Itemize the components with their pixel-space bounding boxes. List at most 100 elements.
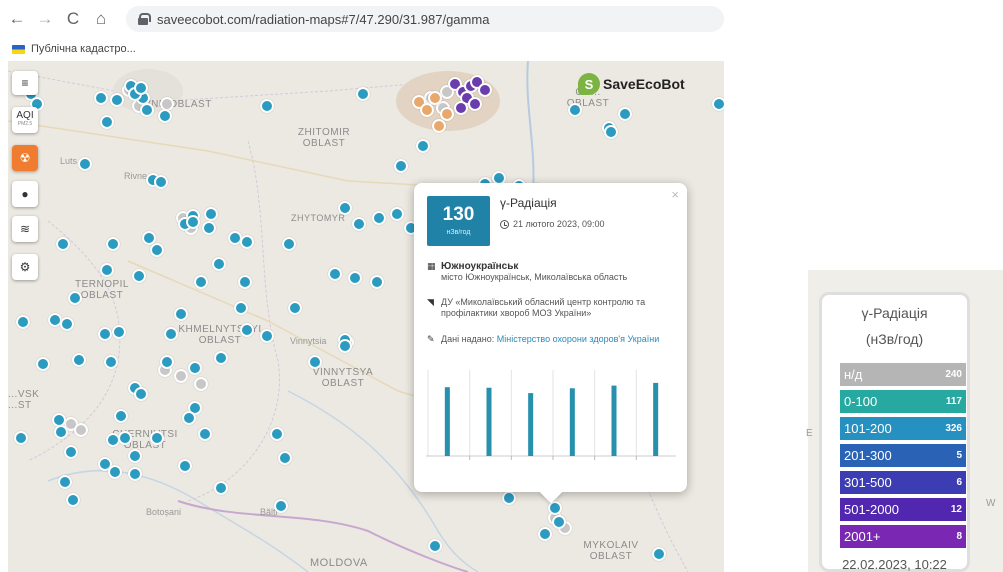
station-marker[interactable] (204, 207, 218, 221)
station-marker[interactable] (178, 459, 192, 473)
saveecobot-logo[interactable]: S SaveEcoBot (578, 73, 685, 95)
station-marker[interactable] (568, 103, 582, 117)
forward-icon[interactable]: → (34, 8, 56, 30)
station-marker[interactable] (274, 499, 288, 513)
settings-button[interactable]: ⚙ (12, 254, 38, 280)
legend-row[interactable]: 0-100 117 (840, 390, 966, 413)
station-marker[interactable] (390, 207, 404, 221)
station-marker[interactable] (158, 109, 172, 123)
station-marker[interactable] (132, 269, 146, 283)
aqi-layer-button[interactable]: AQI PM2.5 (12, 107, 38, 133)
station-marker[interactable] (356, 87, 370, 101)
station-marker[interactable] (118, 431, 132, 445)
back-icon[interactable]: ← (6, 8, 28, 30)
station-marker[interactable] (104, 355, 118, 369)
station-marker[interactable] (100, 115, 114, 129)
station-marker[interactable] (56, 237, 70, 251)
legend-row[interactable]: 301-500 6 (840, 471, 966, 494)
station-marker[interactable] (108, 465, 122, 479)
station-marker[interactable] (164, 327, 178, 341)
station-marker[interactable] (194, 377, 208, 391)
station-marker[interactable] (16, 315, 30, 329)
station-marker[interactable] (338, 339, 352, 353)
station-marker[interactable] (182, 411, 196, 425)
station-marker[interactable] (174, 369, 188, 383)
station-marker[interactable] (468, 97, 482, 111)
station-marker[interactable] (150, 431, 164, 445)
layers-button[interactable]: ≋ (12, 216, 38, 242)
address-bar[interactable]: saveecobot.com/radiation-maps#7/47.290/3… (126, 6, 724, 32)
source-link[interactable]: Міністерство охорони здоров'я України (497, 334, 659, 344)
station-marker[interactable] (198, 427, 212, 441)
station-marker[interactable] (78, 157, 92, 171)
station-marker[interactable] (260, 99, 274, 113)
station-marker[interactable] (64, 445, 78, 459)
station-marker[interactable] (128, 449, 142, 463)
station-marker[interactable] (100, 263, 114, 277)
station-marker[interactable] (14, 431, 28, 445)
drop-layer-button[interactable]: ● (12, 181, 38, 207)
station-marker[interactable] (160, 355, 174, 369)
station-marker[interactable] (618, 107, 632, 121)
station-marker[interactable] (74, 423, 88, 437)
station-marker[interactable] (134, 387, 148, 401)
station-marker[interactable] (538, 527, 552, 541)
station-marker[interactable] (214, 481, 228, 495)
station-marker[interactable] (552, 515, 566, 529)
station-marker[interactable] (352, 217, 366, 231)
station-marker[interactable] (114, 409, 128, 423)
station-marker[interactable] (174, 307, 188, 321)
station-marker[interactable] (370, 275, 384, 289)
station-marker[interactable] (234, 301, 248, 315)
station-marker[interactable] (432, 119, 446, 133)
station-marker[interactable] (188, 361, 202, 375)
station-marker[interactable] (60, 317, 74, 331)
station-marker[interactable] (72, 353, 86, 367)
station-marker[interactable] (240, 323, 254, 337)
station-marker[interactable] (428, 91, 442, 105)
station-marker[interactable] (270, 427, 284, 441)
menu-button[interactable]: ≡ (12, 71, 38, 95)
station-marker[interactable] (282, 237, 296, 251)
station-marker[interactable] (36, 357, 50, 371)
station-marker[interactable] (212, 257, 226, 271)
bookmark-item[interactable]: Публічна кадастро... (31, 43, 136, 55)
station-marker[interactable] (68, 291, 82, 305)
station-marker[interactable] (134, 81, 148, 95)
station-marker[interactable] (416, 139, 430, 153)
legend-row[interactable]: 101-200 326 (840, 417, 966, 440)
station-marker[interactable] (328, 267, 342, 281)
station-marker[interactable] (140, 103, 154, 117)
station-marker[interactable] (394, 159, 408, 173)
station-marker[interactable] (502, 491, 516, 505)
reload-icon[interactable]: C (62, 8, 84, 30)
station-marker[interactable] (66, 493, 80, 507)
station-marker[interactable] (194, 275, 208, 289)
legend-row[interactable]: 201-300 5 (840, 444, 966, 467)
station-marker[interactable] (186, 215, 200, 229)
station-marker[interactable] (94, 91, 108, 105)
close-icon[interactable]: × (671, 187, 679, 202)
station-marker[interactable] (154, 175, 168, 189)
station-marker[interactable] (112, 325, 126, 339)
station-marker[interactable] (428, 539, 442, 553)
legend-row[interactable]: н/д 240 (840, 363, 966, 386)
station-marker[interactable] (110, 93, 124, 107)
station-marker[interactable] (478, 83, 492, 97)
station-marker[interactable] (308, 355, 322, 369)
station-marker[interactable] (260, 329, 274, 343)
station-marker[interactable] (338, 201, 352, 215)
station-marker[interactable] (150, 243, 164, 257)
station-marker[interactable] (712, 97, 724, 111)
station-marker[interactable] (348, 271, 362, 285)
station-marker[interactable] (58, 475, 72, 489)
station-marker[interactable] (454, 101, 468, 115)
station-marker[interactable] (288, 301, 302, 315)
station-marker[interactable] (372, 211, 386, 225)
station-marker[interactable] (238, 275, 252, 289)
station-marker[interactable] (420, 103, 434, 117)
legend-row[interactable]: 501-2000 12 (840, 498, 966, 521)
station-marker[interactable] (202, 221, 216, 235)
station-marker[interactable] (278, 451, 292, 465)
station-marker[interactable] (54, 425, 68, 439)
